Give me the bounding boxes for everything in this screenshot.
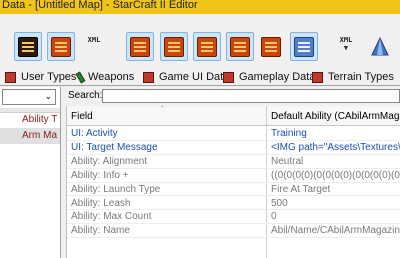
search-input[interactable] xyxy=(102,89,400,103)
toolbar-btn-3[interactable]: XML xyxy=(80,32,108,61)
toolbar-btn-11[interactable] xyxy=(366,32,394,61)
tab-gameplay-data[interactable]: Gameplay Data xyxy=(223,69,315,85)
detail-view-icon xyxy=(197,36,217,57)
data-module-icon xyxy=(18,36,38,57)
table-row[interactable]: Ability: Launch Type Fire At Target xyxy=(67,183,400,197)
column-header-value[interactable]: Default Ability (CAbilArmMagazine) xyxy=(267,106,400,126)
toolbar-btn-9[interactable] xyxy=(290,32,318,61)
data-type-tabs: User Types Weapons Game UI Data Gameplay… xyxy=(0,68,400,86)
table-row[interactable]: UI: Target Message <IMG path="Assets\Text… xyxy=(67,141,400,155)
field-view-icon xyxy=(164,36,184,57)
toolbar-btn-5[interactable] xyxy=(160,32,188,61)
field-value-cell[interactable]: Fire At Target xyxy=(267,183,400,196)
game-ui-data-icon xyxy=(143,71,154,83)
list-item[interactable]: Ability T xyxy=(0,112,60,128)
field-grid: ˆ Field Default Ability (CAbilArmMagazin… xyxy=(66,105,400,258)
field-value-cell[interactable]: 0 xyxy=(267,210,400,223)
toolbar-btn-1[interactable] xyxy=(14,32,42,61)
window-title: Data - [Untitled Map] - StarCraft II Edi… xyxy=(2,0,198,11)
tab-weapons[interactable]: Weapons xyxy=(75,69,135,85)
field-name-cell: Ability: Info + xyxy=(71,169,129,181)
toolbar: XML XML ▼ xyxy=(0,14,400,67)
tab-user-types[interactable]: User Types xyxy=(5,69,76,85)
table-row[interactable]: Ability: Info + ((0(0(0(0)(0(0(0(0)(0(0(0… xyxy=(67,169,400,183)
tab-label: Terrain Types xyxy=(328,71,394,83)
field-value-cell[interactable]: 500 xyxy=(267,197,400,210)
table-row[interactable]: Ability: Alignment Neutral xyxy=(67,155,400,169)
field-name-cell: Ability: Launch Type xyxy=(71,183,161,195)
field-name-cell: Ability: Max Count xyxy=(71,211,152,223)
tab-label: Gameplay Data xyxy=(239,71,316,83)
user-types-icon xyxy=(5,71,16,83)
field-name-cell: Ability: Alignment xyxy=(71,155,148,167)
grid-header: ˆ Field Default Ability (CAbilArmMagazin… xyxy=(67,105,400,126)
xml-icon: XML xyxy=(87,35,101,44)
toolbar-btn-7[interactable] xyxy=(226,32,254,61)
raw-data-icon xyxy=(261,36,281,57)
table-row[interactable]: Ability: Max Count 0 xyxy=(67,210,400,225)
crystal-icon xyxy=(371,36,389,55)
field-value-cell[interactable]: ((0(0(0(0)(0(0(0(0)(0(0(0(0)(0(0(0 xyxy=(267,169,400,182)
search-label: Search: xyxy=(68,90,103,101)
object-list-icon xyxy=(51,36,71,57)
weapons-icon xyxy=(75,70,86,84)
toolbar-btn-6[interactable] xyxy=(193,32,221,61)
table-row[interactable]: Ability: Leash 500 xyxy=(67,197,400,211)
xml-export-icon: XML ▼ xyxy=(339,35,353,52)
field-value-cell[interactable]: Training xyxy=(267,127,400,140)
list-item[interactable]: Arm Ma xyxy=(0,128,60,144)
terrain-types-icon xyxy=(312,71,323,83)
chevron-down-icon: ⌄ xyxy=(44,91,52,101)
column-header-field[interactable]: Field xyxy=(67,106,267,126)
field-name-cell: UI: Target Message xyxy=(71,141,158,153)
tab-label: User Types xyxy=(21,71,77,83)
field-name-cell: Ability: Name xyxy=(71,225,130,237)
tab-label: Game UI Data xyxy=(159,71,230,83)
tab-game-ui-data[interactable]: Game UI Data xyxy=(143,69,229,85)
toolbar-btn-4[interactable] xyxy=(126,32,154,61)
field-name-cell: Ability: Leash xyxy=(71,197,131,209)
table-view-icon xyxy=(130,36,150,57)
tab-label: Weapons xyxy=(88,71,135,83)
toolbar-btn-8[interactable] xyxy=(257,32,285,61)
field-name-cell: UI: Activity xyxy=(71,128,118,139)
toolbar-btn-2[interactable] xyxy=(47,32,75,61)
toolbar-btn-10[interactable]: XML ▼ xyxy=(332,32,360,61)
search-bar: Search: xyxy=(62,87,400,105)
source-view-icon xyxy=(230,36,250,57)
tab-terrain-types[interactable]: Terrain Types xyxy=(312,69,394,85)
window-title-bar: Data - [Untitled Map] - StarCraft II Edi… xyxy=(0,0,400,14)
table-row[interactable]: UI: Activity Training xyxy=(67,127,400,141)
table-row[interactable]: Ability: Name Abil/Name/CAbilArmMagazine … xyxy=(67,224,400,239)
field-value-cell[interactable]: <IMG path="Assets\Textures\tutorial" xyxy=(267,141,400,154)
field-value-cell[interactable]: Neutral xyxy=(267,155,400,168)
object-type-dropdown[interactable]: ⌄ xyxy=(2,89,56,105)
gameplay-data-icon xyxy=(223,71,234,83)
field-value-cell[interactable]: Abil/Name/CAbilArmMagazine (U xyxy=(267,224,400,237)
object-list-pane: ⌄ Ability T Arm Ma xyxy=(0,87,61,258)
filter-view-icon xyxy=(294,36,314,57)
